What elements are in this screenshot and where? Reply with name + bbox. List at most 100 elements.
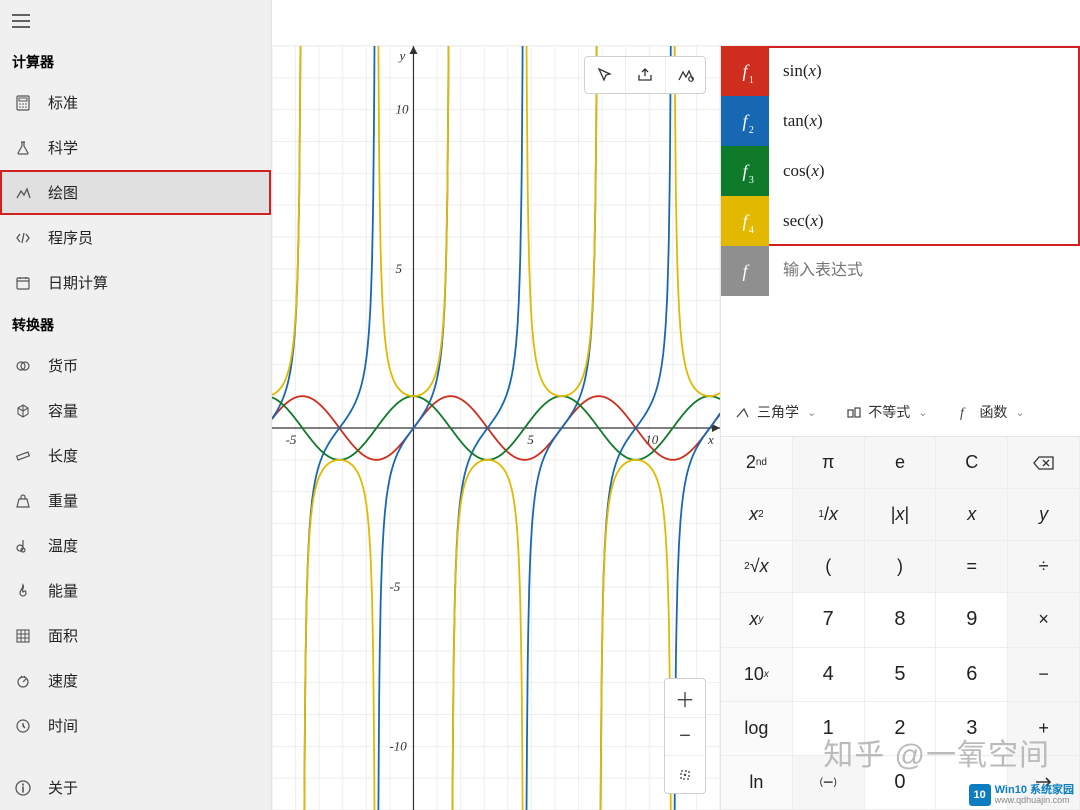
weight-icon <box>14 492 32 510</box>
expression-badge: f4 <box>721 196 769 246</box>
sidebar-conv-item-1[interactable]: 容量 <box>0 388 271 433</box>
graph-plot: -5510-10-5510yx <box>272 46 720 810</box>
keypad-tool-1[interactable]: 不等式⌄ <box>840 398 933 426</box>
sidebar-calc-item-0[interactable]: 标准 <box>0 80 271 125</box>
key-5-1[interactable]: 1 <box>793 702 865 756</box>
key-2-4[interactable]: ÷ <box>1008 541 1080 593</box>
zoom-in-button[interactable]: ＋ <box>665 679 705 717</box>
sidebar-item-about[interactable]: 关于 <box>0 765 271 810</box>
flask-icon <box>14 139 32 157</box>
svg-text:-10: -10 <box>389 738 407 753</box>
expression-row-1[interactable]: f1sin(x) <box>721 46 1080 96</box>
key-4-4[interactable]: − <box>1008 648 1080 702</box>
key-1-0[interactable]: x2 <box>721 489 793 541</box>
key-6-4[interactable] <box>1008 756 1080 810</box>
key-5-0[interactable]: log <box>721 702 793 756</box>
expression-row-2[interactable]: f2tan(x) <box>721 96 1080 146</box>
zoom-out-button[interactable]: − <box>665 717 705 755</box>
sidebar-calc-item-3[interactable]: 程序员 <box>0 215 271 260</box>
sidebar-conv-item-8[interactable]: 时间 <box>0 703 271 748</box>
key-1-1[interactable]: 1/x <box>793 489 865 541</box>
ruler-icon <box>14 447 32 465</box>
sidebar-item-label: 重量 <box>48 490 78 511</box>
sidebar-item-label: 面积 <box>48 625 78 646</box>
expression-text: sec(x) <box>769 196 1080 246</box>
key-2-1[interactable]: ( <box>793 541 865 593</box>
expression-badge: f1 <box>721 46 769 96</box>
sidebar-calc-item-4[interactable]: 日期计算 <box>0 260 271 305</box>
svg-text:-5: -5 <box>286 432 297 447</box>
speed-icon <box>14 672 32 690</box>
key-0-1[interactable]: π <box>793 437 865 489</box>
keypad-tool-icon <box>735 405 751 420</box>
expression-badge: f3 <box>721 146 769 196</box>
key-2-3[interactable]: = <box>936 541 1008 593</box>
sidebar-item-label: 科学 <box>48 137 78 158</box>
sidebar-item-label: 日期计算 <box>48 272 108 293</box>
sidebar-conv-item-0[interactable]: 货币 <box>0 343 271 388</box>
hamburger-menu[interactable] <box>0 0 271 42</box>
key-0-2[interactable]: e <box>865 437 937 489</box>
sidebar-conv-item-3[interactable]: 重量 <box>0 478 271 523</box>
key-3-1[interactable]: 7 <box>793 593 865 647</box>
key-0-4[interactable] <box>1008 437 1080 489</box>
sidebar-conv-item-4[interactable]: 温度 <box>0 523 271 568</box>
expression-text: tan(x) <box>769 96 1080 146</box>
sidebar-item-label: 关于 <box>48 777 78 798</box>
keypad-tool-2[interactable]: f函数⌄ <box>951 398 1030 426</box>
keypad-tool-0[interactable]: 三角学⌄ <box>729 398 822 426</box>
sidebar-conv-item-6[interactable]: 面积 <box>0 613 271 658</box>
key-3-0[interactable]: xy <box>721 593 793 647</box>
key-1-2[interactable]: |x| <box>865 489 937 541</box>
svg-text:-5: -5 <box>389 579 400 594</box>
sidebar-conv-item-2[interactable]: 长度 <box>0 433 271 478</box>
sidebar-conv-item-7[interactable]: 速度 <box>0 658 271 703</box>
expression-row-4[interactable]: f4sec(x) <box>721 196 1080 246</box>
key-0-3[interactable]: C <box>936 437 1008 489</box>
svg-text:5: 5 <box>527 432 534 447</box>
key-4-3[interactable]: 6 <box>936 648 1008 702</box>
key-4-1[interactable]: 4 <box>793 648 865 702</box>
sidebar-calc-item-2[interactable]: 绘图 <box>0 170 271 215</box>
key-5-2[interactable]: 2 <box>865 702 937 756</box>
key-5-4[interactable]: + <box>1008 702 1080 756</box>
key-2-0[interactable]: 2√x <box>721 541 793 593</box>
key-1-4[interactable]: y <box>1008 489 1080 541</box>
money-icon <box>14 357 32 375</box>
sidebar-calc-item-1[interactable]: 科学 <box>0 125 271 170</box>
expression-input-row: f <box>721 246 1080 296</box>
graph-toolbar <box>584 56 706 94</box>
fire-icon <box>14 582 32 600</box>
key-4-2[interactable]: 5 <box>865 648 937 702</box>
key-3-4[interactable]: × <box>1008 593 1080 647</box>
sidebar-conv-item-5[interactable]: 能量 <box>0 568 271 613</box>
expression-text: sin(x) <box>769 46 1080 96</box>
key-6-0[interactable]: ln <box>721 756 793 810</box>
key-2-2[interactable]: ) <box>865 541 937 593</box>
key-1-3[interactable]: x <box>936 489 1008 541</box>
key-6-2[interactable]: 0 <box>865 756 937 810</box>
svg-text:x: x <box>707 432 714 447</box>
key-0-0[interactable]: 2nd <box>721 437 793 489</box>
key-4-0[interactable]: 10x <box>721 648 793 702</box>
key-5-3[interactable]: 3 <box>936 702 1008 756</box>
cursor-tool[interactable] <box>585 57 625 93</box>
expression-input[interactable] <box>769 246 1080 296</box>
svg-text:10: 10 <box>645 432 659 447</box>
share-tool[interactable] <box>625 57 665 93</box>
key-3-2[interactable]: 8 <box>865 593 937 647</box>
zoom-reset-button[interactable] <box>665 755 705 793</box>
expression-row-3[interactable]: f3cos(x) <box>721 146 1080 196</box>
key-3-3[interactable]: 9 <box>936 593 1008 647</box>
sidebar-item-label: 标准 <box>48 92 78 113</box>
sidebar-item-label: 绘图 <box>48 182 78 203</box>
key-6-1[interactable]: (−) <box>793 756 865 810</box>
svg-text:f: f <box>960 406 966 420</box>
keypad-tool-icon: f <box>957 405 973 420</box>
keypad-tool-icon <box>846 405 862 420</box>
graph-settings-tool[interactable] <box>665 57 705 93</box>
keypad-toolbar: 三角学⌄ 不等式⌄ f函数⌄ <box>721 388 1080 436</box>
svg-text:y: y <box>397 48 405 63</box>
graph-canvas[interactable]: -5510-10-5510yx ＋ − <box>272 46 720 810</box>
key-6-3[interactable]: . <box>936 756 1008 810</box>
